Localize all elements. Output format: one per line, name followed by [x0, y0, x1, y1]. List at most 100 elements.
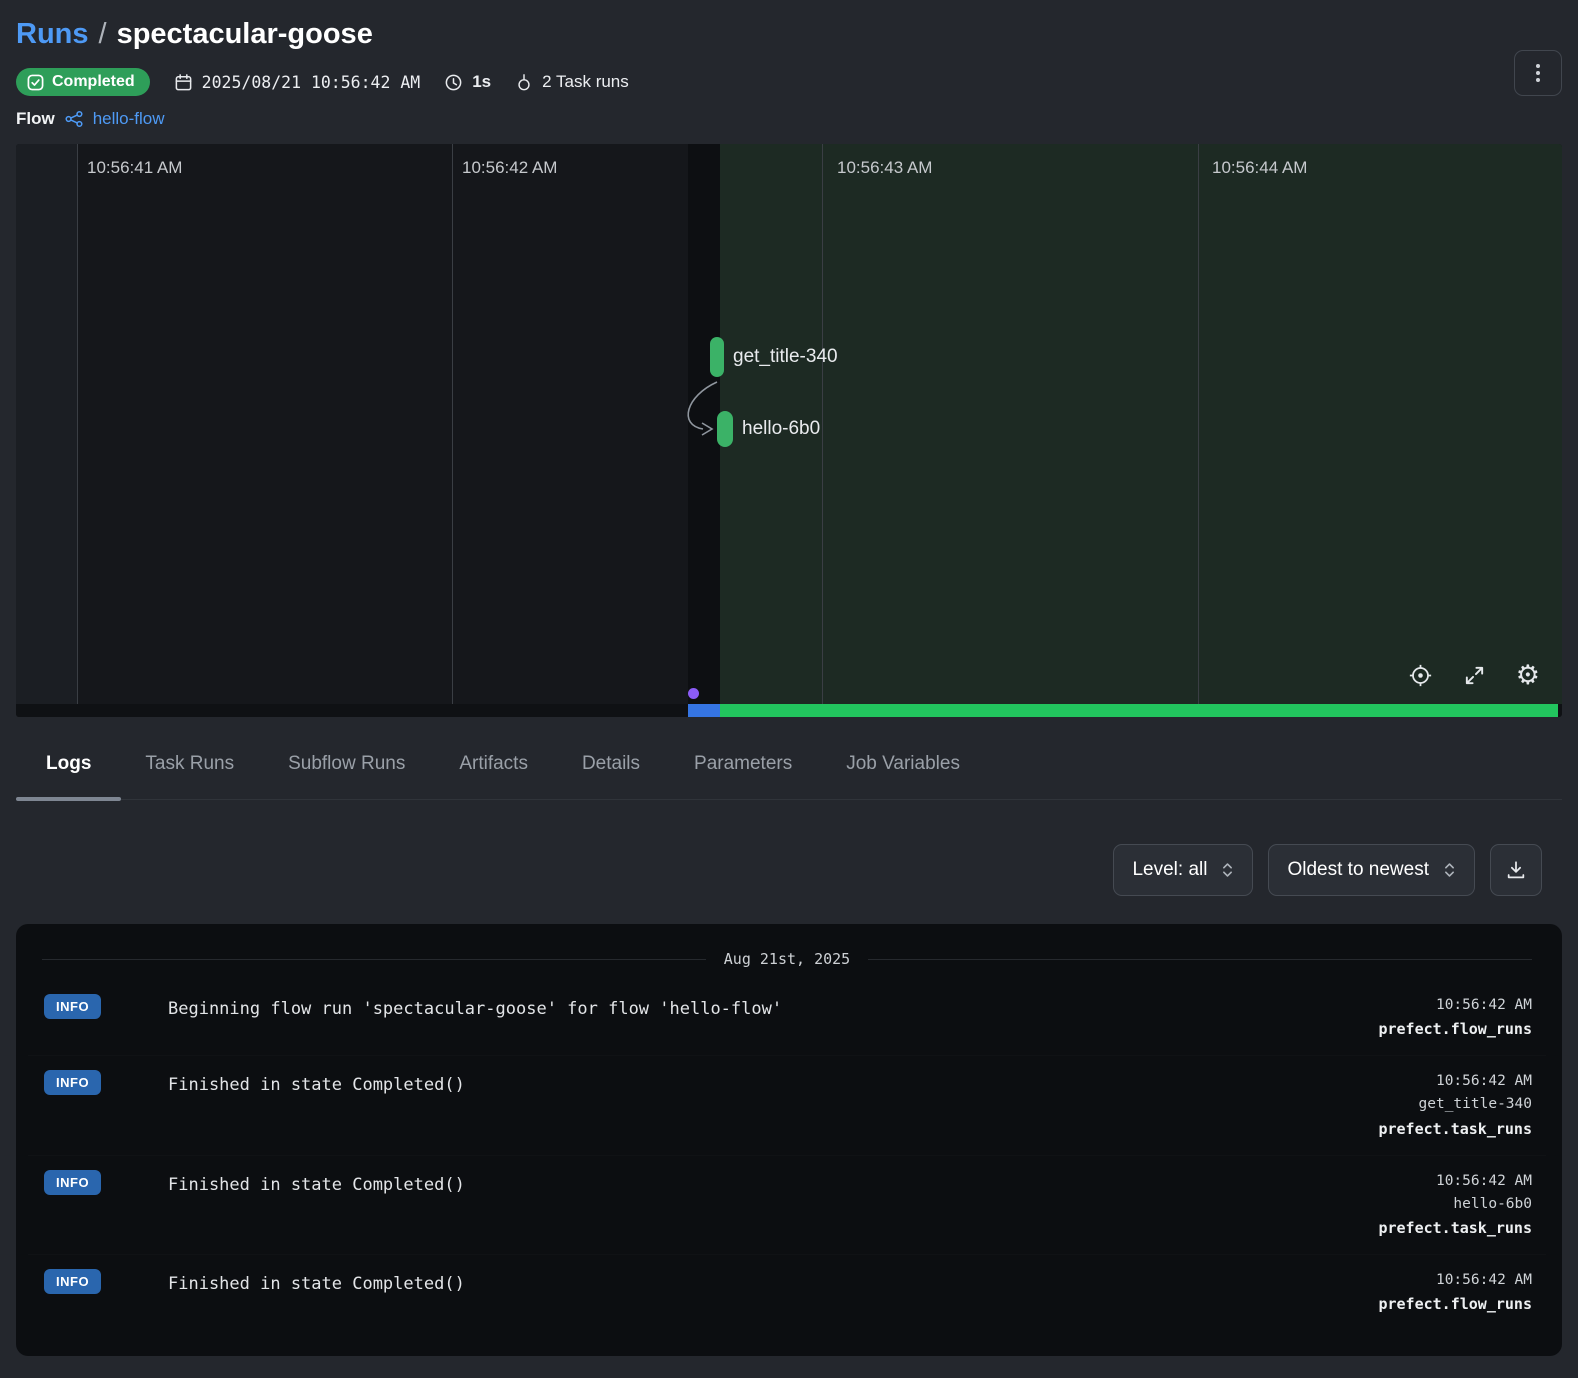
log-logger: prefect.flow_runs [1302, 1017, 1532, 1041]
divider-line [42, 959, 706, 960]
fullscreen-button[interactable] [1463, 664, 1486, 687]
log-level-badge: INFO [44, 1269, 101, 1294]
tab-task-runs[interactable]: Task Runs [145, 747, 234, 799]
flow-run-page: Runs / spectacular-goose Completed 2025/08… [0, 0, 1578, 1356]
scrollbar-segment-running [688, 704, 720, 717]
log-entry: INFO Finished in state Completed() 10:56… [28, 1055, 1546, 1154]
gear-icon: ⚙ [1516, 662, 1540, 689]
tab-label: Artifacts [459, 753, 528, 774]
status-badge: Completed [16, 68, 150, 96]
sort-order-select[interactable]: Oldest to newest [1268, 844, 1475, 896]
kebab-icon [1528, 62, 1548, 84]
task-label: hello-6b0 [742, 418, 820, 440]
breadcrumb-runs-link[interactable]: Runs [16, 18, 89, 50]
download-icon [1505, 859, 1527, 881]
flow-name-link[interactable]: hello-flow [93, 109, 165, 129]
tab-label: Logs [46, 753, 91, 774]
log-message: Finished in state Completed() [168, 1170, 1302, 1198]
timeline-gridline [77, 144, 78, 704]
page-title: spectacular-goose [117, 18, 373, 50]
download-logs-button[interactable] [1490, 844, 1542, 896]
log-timestamp: 10:56:42 AM [1302, 1170, 1532, 1193]
log-message: Finished in state Completed() [168, 1269, 1302, 1297]
flow-icon [64, 110, 84, 128]
log-timestamp: 10:56:42 AM [1302, 1070, 1532, 1093]
logs-panel: Aug 21st, 2025 INFO Beginning flow run '… [16, 924, 1562, 1356]
log-level-badge: INFO [44, 1070, 101, 1095]
log-message: Finished in state Completed() [168, 1070, 1302, 1098]
tab-label: Details [582, 753, 640, 774]
log-logger: prefect.task_runs [1302, 1117, 1532, 1141]
task-run-count: 2 Task runs [515, 72, 629, 92]
run-duration-value: 1s [472, 72, 491, 92]
sort-order-label: Oldest to newest [1287, 859, 1429, 881]
tab-details[interactable]: Details [582, 747, 640, 799]
timeline-scrollbar[interactable] [16, 704, 1562, 717]
log-task-name: get_title-340 [1302, 1093, 1532, 1116]
log-meta: 10:56:42 AM prefect.flow_runs [1302, 994, 1532, 1041]
flow-row: Flow hello-flow [16, 109, 1562, 129]
log-filter-row: Level: all Oldest to newest [16, 844, 1562, 896]
timeline-active-region [720, 144, 1562, 704]
log-meta: 10:56:42 AM get_title-340 prefect.task_r… [1302, 1070, 1532, 1140]
task-bar [717, 411, 733, 447]
target-icon [1408, 663, 1433, 688]
log-date-divider: Aug 21st, 2025 [28, 950, 1546, 968]
timeline-task-get-title-340[interactable]: get_title-340 [710, 337, 838, 377]
tab-label: Parameters [694, 753, 792, 774]
log-task-name: hello-6b0 [1302, 1193, 1532, 1216]
calendar-icon [174, 73, 193, 92]
timeline-axis-label: 10:56:42 AM [462, 158, 557, 178]
task-run-count-value: 2 Task runs [542, 72, 629, 92]
log-date-text: Aug 21st, 2025 [724, 950, 850, 968]
level-filter-select[interactable]: Level: all [1113, 844, 1253, 896]
task-label: get_title-340 [733, 346, 838, 368]
timeline-settings-button[interactable]: ⚙ [1516, 662, 1540, 689]
timeline-gridline [822, 144, 823, 704]
recenter-button[interactable] [1408, 663, 1433, 688]
log-logger: prefect.flow_runs [1302, 1292, 1532, 1316]
log-timestamp: 10:56:42 AM [1302, 1269, 1532, 1292]
log-entry: INFO Beginning flow run 'spectacular-goo… [28, 980, 1546, 1055]
run-datetime-value: 2025/08/21 10:56:42 AM [202, 73, 421, 92]
level-filter-label: Level: all [1132, 859, 1207, 881]
task-bar [710, 337, 724, 377]
chevron-updown-icon [1443, 860, 1456, 880]
tab-label: Job Variables [846, 753, 960, 774]
tab-label: Task Runs [145, 753, 234, 774]
flow-label: Flow [16, 109, 55, 129]
timeline-chart[interactable]: 10:56:41 AM 10:56:42 AM 10:56:43 AM 10:5… [16, 144, 1562, 717]
tab-artifacts[interactable]: Artifacts [459, 747, 528, 799]
log-entry: INFO Finished in state Completed() 10:56… [28, 1155, 1546, 1254]
tab-logs[interactable]: Logs [46, 747, 91, 799]
log-meta: 10:56:42 AM prefect.flow_runs [1302, 1269, 1532, 1316]
log-meta: 10:56:42 AM hello-6b0 prefect.task_runs [1302, 1170, 1532, 1240]
log-logger: prefect.task_runs [1302, 1216, 1532, 1240]
timeline-dark-band [688, 144, 720, 704]
log-level-badge: INFO [44, 1170, 101, 1195]
timeline-axis-label: 10:56:41 AM [87, 158, 182, 178]
timeline-task-hello-6b0[interactable]: hello-6b0 [717, 411, 820, 447]
check-icon [27, 74, 44, 91]
clock-icon [444, 73, 463, 92]
more-actions-button[interactable] [1514, 50, 1562, 96]
timeline-axis-label: 10:56:44 AM [1212, 158, 1307, 178]
timeline-gridline [1198, 144, 1199, 704]
log-timestamp: 10:56:42 AM [1302, 994, 1532, 1017]
scrollbar-start-marker [688, 688, 699, 699]
timeline-left-gutter [16, 144, 77, 704]
log-level-badge: INFO [44, 994, 101, 1019]
tab-job-variables[interactable]: Job Variables [846, 747, 960, 799]
run-meta-row: Completed 2025/08/21 10:56:42 AM 1s 2 [16, 68, 1562, 96]
tab-subflow-runs[interactable]: Subflow Runs [288, 747, 405, 799]
run-datetime: 2025/08/21 10:56:42 AM [174, 73, 421, 92]
status-label: Completed [52, 73, 135, 91]
breadcrumb-separator: / [99, 18, 107, 50]
tab-label: Subflow Runs [288, 753, 405, 774]
divider-line [868, 959, 1532, 960]
breadcrumb: Runs / spectacular-goose [16, 14, 1562, 54]
log-message: Beginning flow run 'spectacular-goose' f… [168, 994, 1302, 1022]
timeline-gridline [452, 144, 453, 704]
tab-bar: Logs Task Runs Subflow Runs Artifacts De… [16, 747, 1562, 800]
tab-parameters[interactable]: Parameters [694, 747, 792, 799]
